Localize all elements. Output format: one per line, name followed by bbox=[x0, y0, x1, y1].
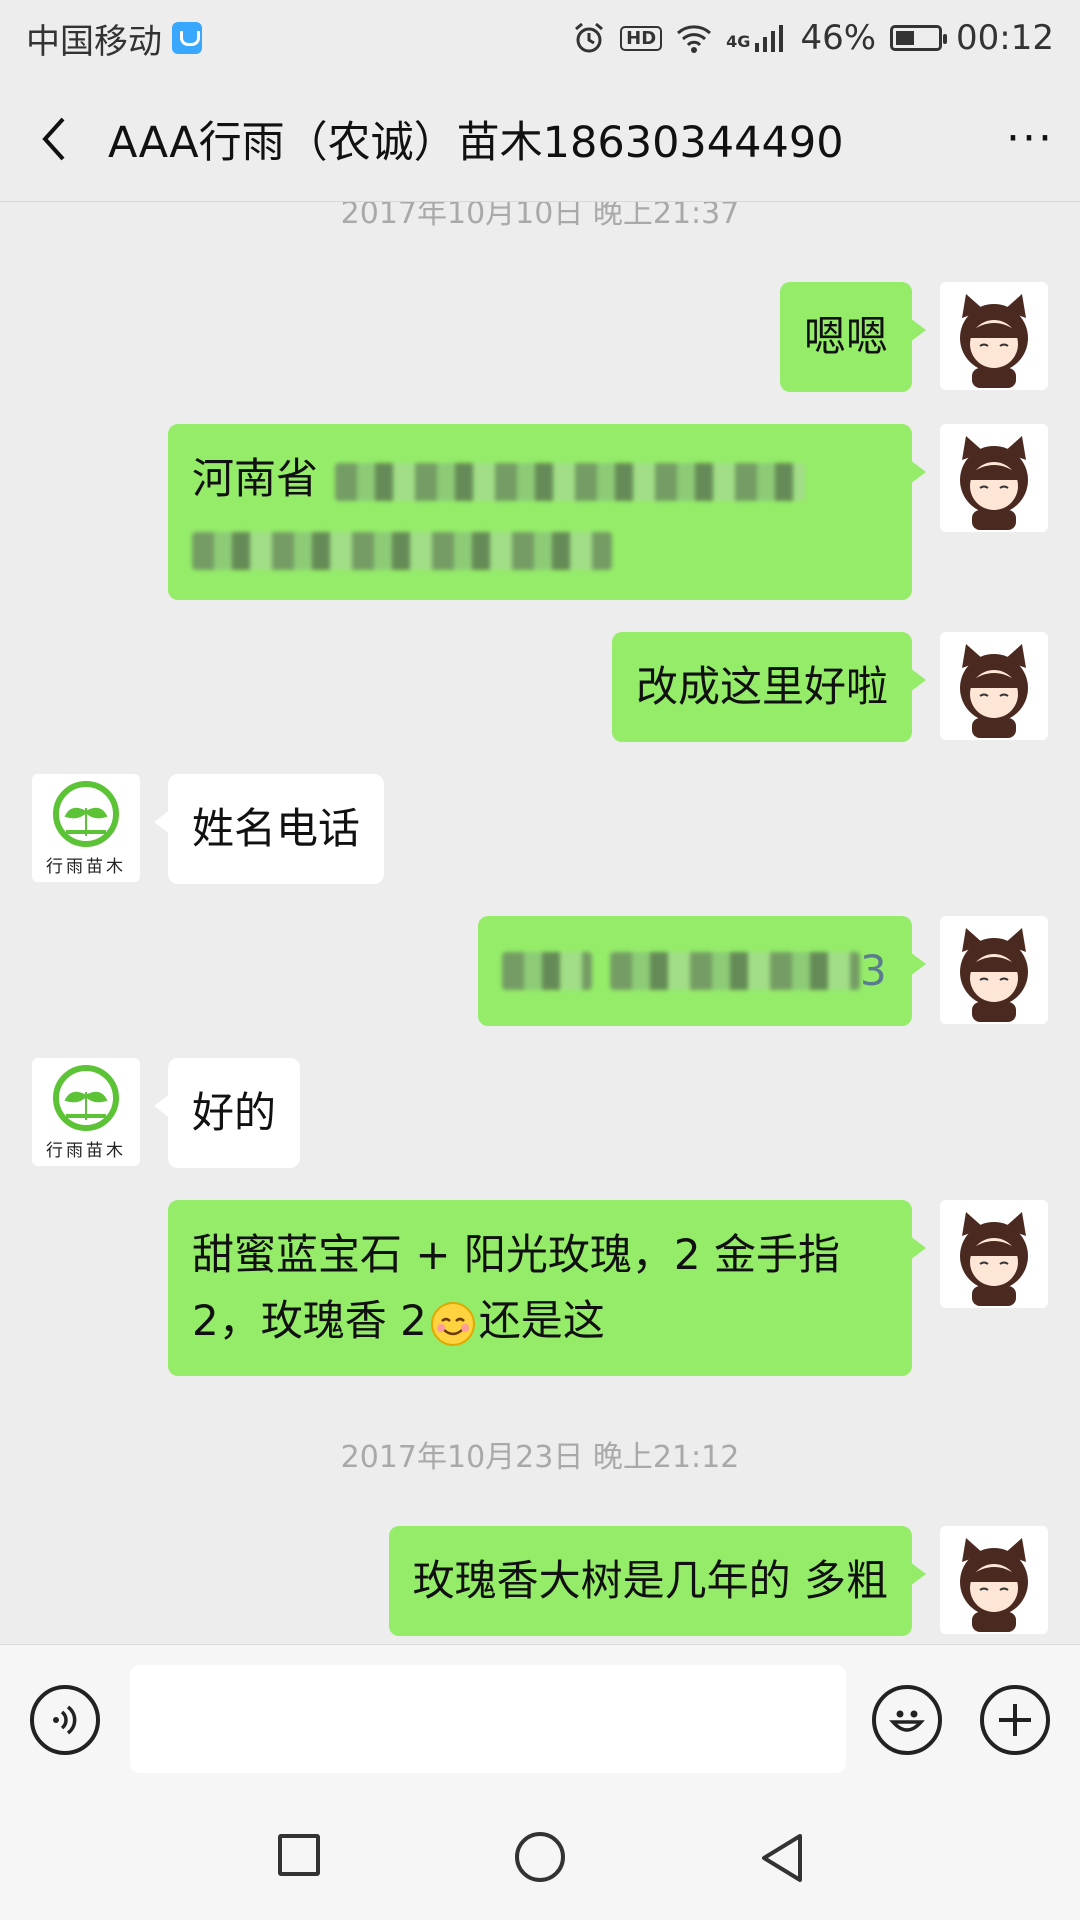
cat-girl-avatar-icon bbox=[940, 632, 1048, 740]
avatar[interactable] bbox=[940, 632, 1048, 740]
battery-percent-label: 46% bbox=[800, 18, 877, 58]
clock-label: 00:12 bbox=[956, 18, 1054, 58]
avatar[interactable] bbox=[940, 1200, 1048, 1308]
more-functions-button[interactable] bbox=[980, 1685, 1050, 1755]
redacted-text bbox=[335, 462, 806, 501]
wifi-icon bbox=[677, 25, 712, 53]
more-icon: ··· bbox=[1006, 113, 1054, 164]
message-input[interactable] bbox=[130, 1665, 846, 1773]
message-bubble[interactable]: 甜蜜蓝宝石 + 阳光玫瑰，2 金手指 2，玫瑰香 2 还是这 bbox=[168, 1200, 926, 1376]
status-bar: 中国移动 HD 4G 46% 00:12 bbox=[0, 0, 1080, 76]
back-triangle-icon[interactable] bbox=[758, 1832, 806, 1884]
smiley-icon bbox=[889, 1710, 925, 1732]
shield-icon bbox=[172, 22, 202, 54]
logo-caption: 行雨苗木 bbox=[46, 1141, 126, 1161]
message-bubble[interactable]: 嗯嗯 bbox=[779, 282, 927, 392]
contact-avatar[interactable]: 行雨苗木 bbox=[32, 1058, 140, 1166]
emoji-button[interactable] bbox=[872, 1685, 942, 1755]
message-bubble[interactable]: 改成这里好啦 bbox=[611, 632, 927, 742]
redacted-text bbox=[192, 531, 612, 570]
message-text: 改成这里好啦 bbox=[635, 662, 888, 711]
plus-icon bbox=[999, 1704, 1031, 1736]
redacted-text bbox=[502, 952, 592, 990]
chat-title: AAA行雨（农诚）苗木18630344490 bbox=[108, 117, 844, 168]
message-text-line-1: 甜蜜蓝宝石 + 阳光玫瑰，2 金手指 bbox=[192, 1230, 840, 1279]
home-button[interactable] bbox=[515, 1832, 565, 1882]
timestamp: 2017年10月10日 晚上21:37 bbox=[340, 202, 740, 231]
message-text: 玫瑰香大树是几年的 多粗 bbox=[412, 1556, 888, 1605]
message-text-line-2-end: 还是这 bbox=[478, 1296, 605, 1345]
contact-avatar[interactable]: 行雨苗木 bbox=[32, 774, 140, 882]
timestamp: 2017年10月23日 晚上21:12 bbox=[340, 1440, 740, 1475]
avatar[interactable] bbox=[940, 1526, 1048, 1634]
avatar[interactable] bbox=[940, 282, 1048, 390]
back-button[interactable] bbox=[0, 76, 108, 202]
redacted-text bbox=[610, 952, 860, 990]
cat-girl-avatar-icon bbox=[940, 282, 1048, 390]
alarm-icon bbox=[575, 22, 604, 53]
message-text: 3 bbox=[860, 946, 887, 995]
chevron-left-icon bbox=[42, 117, 65, 160]
message-list[interactable]: 2017年10月10日 晚上21:37 嗯嗯 河南省 改成这里好啦 行雨苗木 姓… bbox=[0, 202, 1080, 1642]
message-bubble[interactable]: 3 bbox=[478, 916, 926, 1026]
smile-emoji-icon bbox=[430, 1301, 475, 1346]
system-nav-bar bbox=[0, 1796, 1080, 1920]
message-bubble[interactable]: 玫瑰香大树是几年的 多粗 bbox=[388, 1526, 927, 1636]
message-text: 姓名电话 bbox=[192, 804, 361, 853]
cat-girl-avatar-icon bbox=[940, 916, 1048, 1024]
signal-icon bbox=[755, 25, 784, 52]
logo-caption: 行雨苗木 bbox=[46, 857, 126, 877]
voice-button[interactable] bbox=[30, 1685, 100, 1755]
network-type-label: 4G bbox=[726, 32, 751, 51]
cat-girl-avatar-icon bbox=[940, 424, 1048, 532]
avatar[interactable] bbox=[940, 424, 1048, 532]
message-bubble[interactable]: 好的 bbox=[153, 1058, 301, 1168]
carrier-label: 中国移动 bbox=[26, 21, 162, 62]
message-text-line-2: 2，玫瑰香 2 bbox=[192, 1296, 427, 1345]
battery-icon bbox=[890, 25, 948, 51]
message-text: 嗯嗯 bbox=[803, 312, 888, 361]
cat-girl-avatar-icon bbox=[940, 1526, 1048, 1634]
voice-icon bbox=[53, 1705, 77, 1735]
message-bubble[interactable]: 河南省 bbox=[168, 424, 926, 600]
recent-apps-button[interactable] bbox=[278, 1834, 320, 1876]
battery-fill bbox=[896, 31, 915, 45]
message-text: 河南省 bbox=[192, 454, 319, 503]
avatar[interactable] bbox=[940, 916, 1048, 1024]
message-text: 好的 bbox=[192, 1088, 277, 1137]
message-bubble[interactable]: 姓名电话 bbox=[153, 774, 385, 884]
more-options-button[interactable]: ··· bbox=[980, 76, 1080, 202]
chat-header: AAA行雨（农诚）苗木18630344490 ··· bbox=[0, 76, 1080, 202]
cat-girl-avatar-icon bbox=[940, 1200, 1048, 1308]
input-bar bbox=[0, 1644, 1080, 1797]
hd-icon: HD bbox=[620, 25, 663, 51]
